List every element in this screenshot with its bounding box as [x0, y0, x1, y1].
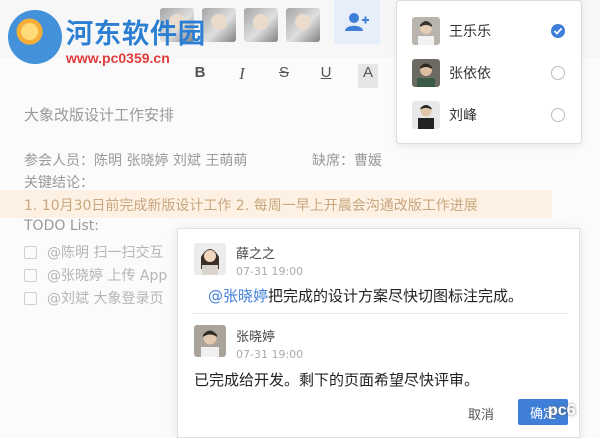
watermark-site-name: 河东软件园	[66, 19, 206, 50]
mention-option-name: 王乐乐	[449, 24, 491, 40]
todo-item[interactable]: @陈明 扫一扫交互	[24, 242, 163, 262]
underline-button[interactable]: U	[316, 64, 336, 88]
mention-option-name: 张依依	[449, 66, 491, 82]
mention-option[interactable]: 王乐乐	[397, 9, 581, 53]
todo-checkbox[interactable]	[24, 291, 37, 305]
todo-checkbox[interactable]	[24, 268, 37, 282]
format-toolbar: B I S U A	[190, 64, 378, 88]
conclusion-text: 1. 10月30日前完成新版设计工作 2. 每周一早上开晨会沟通改版工作进展	[24, 198, 478, 214]
comment-author: 张晓婷	[236, 330, 276, 345]
collaborator-avatar[interactable]	[244, 8, 278, 42]
site-watermark: 河东软件园 www.pc0359.cn	[4, 6, 214, 70]
comment-body: 把完成的设计方案尽快切图标注完成。	[268, 287, 524, 305]
conclusion-label: 关键结论：	[24, 175, 94, 191]
todo-label: TODO List:	[24, 218, 100, 234]
attendees-line: 参会人员：陈明 张晓婷 刘斌 王萌萌	[24, 153, 248, 169]
comment-time: 07-31 19:00	[236, 348, 304, 361]
add-person-icon	[345, 13, 369, 31]
todo-checkbox[interactable]	[24, 245, 37, 259]
mention-option-name: 刘峰	[449, 108, 477, 124]
absent-line: 缺席：曹媛	[312, 153, 382, 169]
unselected-radio-icon[interactable]	[551, 108, 565, 122]
add-collaborator-button[interactable]	[334, 0, 380, 44]
document-title: 大象改版设计工作安排	[24, 106, 175, 124]
mention-option[interactable]: 刘峰	[397, 93, 581, 137]
comment-time: 07-31 19:00	[236, 265, 304, 278]
collaborator-avatar[interactable]	[286, 8, 320, 42]
avatar	[412, 101, 440, 129]
comment-divider	[192, 313, 567, 314]
italic-button[interactable]: I	[232, 64, 252, 88]
todo-text: @陈明 扫一扫交互	[47, 245, 164, 261]
mention-link[interactable]: @张晓婷	[208, 287, 268, 305]
site-logo-icon	[8, 10, 62, 64]
comment-popover: 薛之之 07-31 19:00 @张晓婷把完成的设计方案尽快切图标注完成。 张晓…	[177, 228, 580, 438]
todo-item[interactable]: @张晓婷 上传 App	[24, 265, 167, 285]
unselected-radio-icon[interactable]	[551, 66, 565, 80]
avatar	[412, 17, 440, 45]
comment-author: 薛之之	[236, 247, 276, 262]
selected-check-icon[interactable]	[551, 24, 565, 38]
strikethrough-button[interactable]: S	[274, 64, 294, 88]
comment-text: 已完成给开发。剩下的页面希望尽快评审。	[194, 371, 480, 389]
mention-option[interactable]: 张依依	[397, 51, 581, 95]
comment-text: @张晓婷把完成的设计方案尽快切图标注完成。	[208, 285, 523, 306]
avatar	[194, 325, 226, 357]
avatar	[194, 243, 226, 275]
highlighted-conclusion: 1. 10月30日前完成新版设计工作 2. 每周一早上开晨会沟通改版工作进展	[0, 190, 552, 218]
todo-item[interactable]: @刘斌 大象登录页	[24, 288, 163, 308]
text-color-button[interactable]: A	[358, 64, 378, 88]
cancel-button[interactable]: 取消	[468, 404, 494, 423]
todo-text: @张晓婷 上传 App	[47, 268, 168, 284]
avatar	[412, 59, 440, 87]
todo-text: @刘斌 大象登录页	[47, 291, 164, 307]
watermark-url: www.pc0359.cn	[66, 50, 170, 66]
corner-badge: pc6	[548, 402, 576, 419]
mention-dropdown: 王乐乐 张依依 刘峰	[396, 0, 582, 144]
